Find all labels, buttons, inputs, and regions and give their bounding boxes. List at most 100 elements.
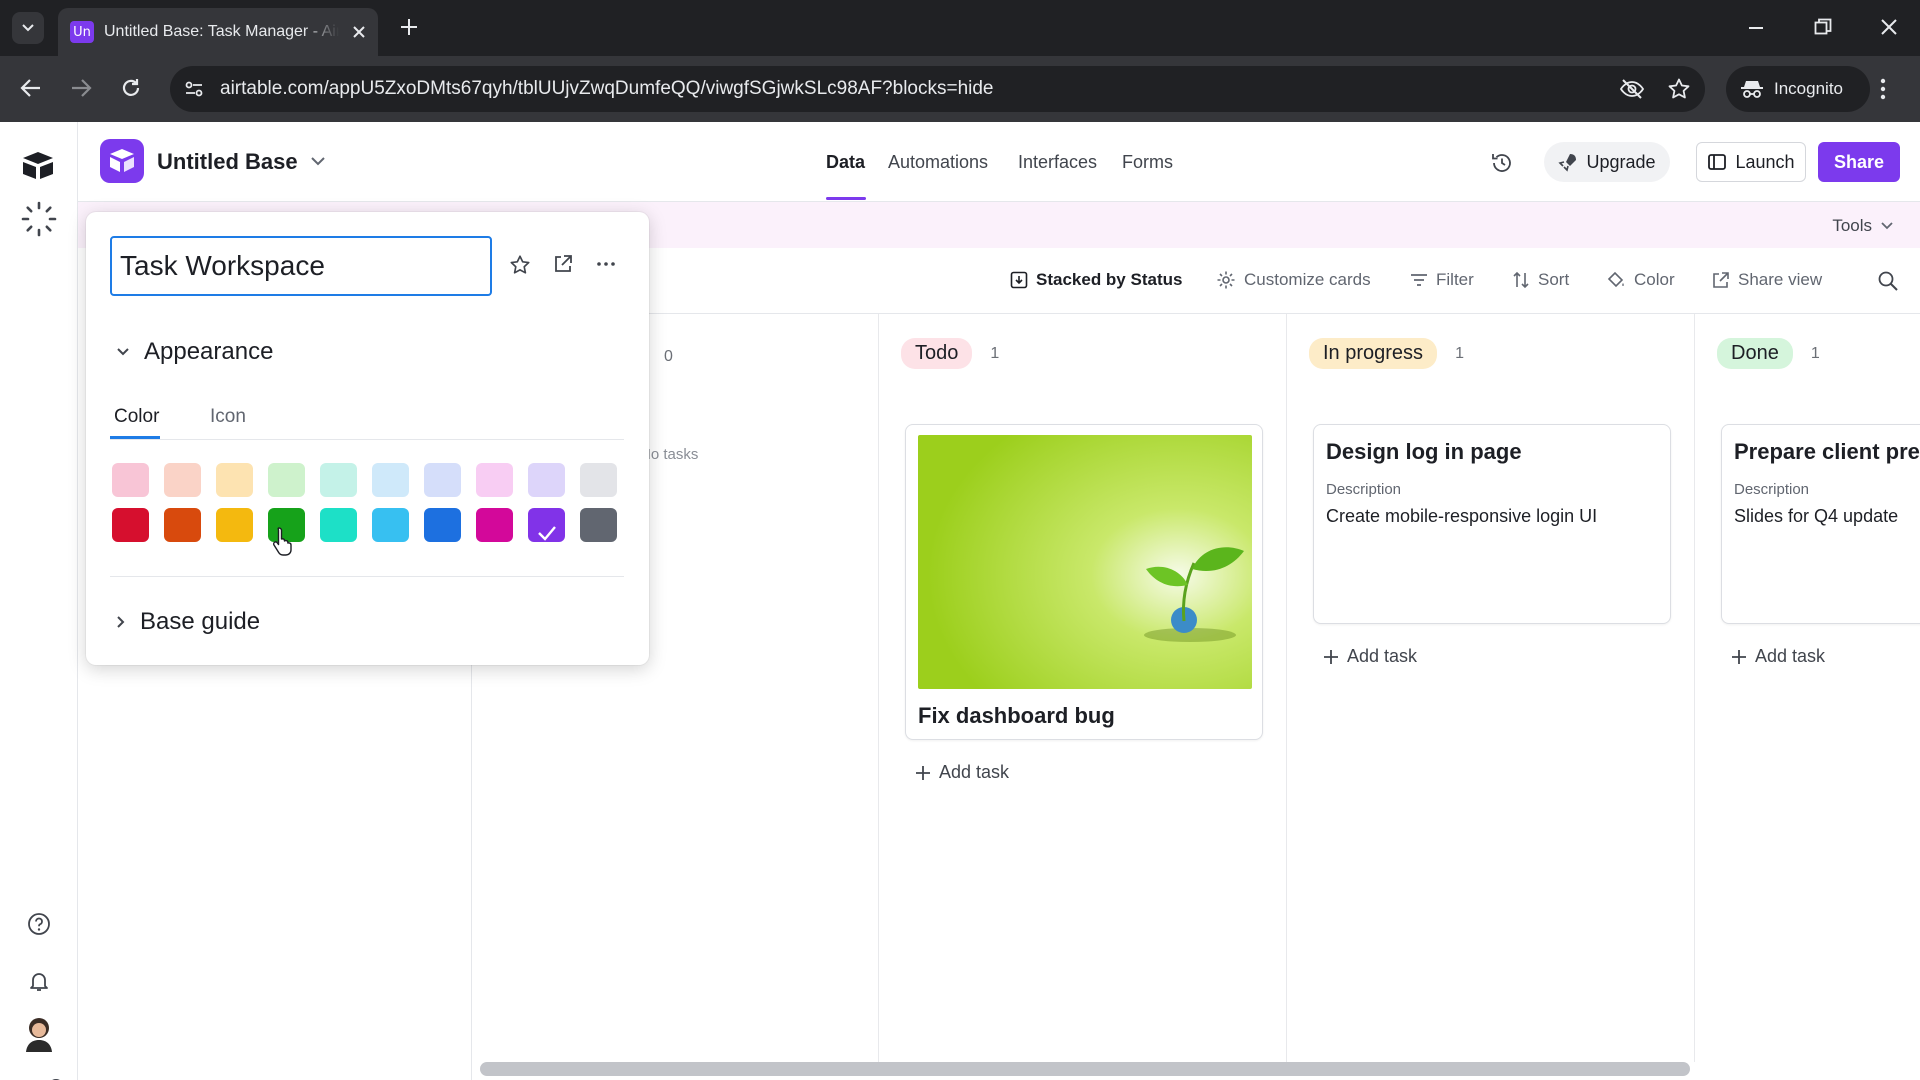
open-external-icon[interactable] [553,254,573,274]
reload-icon[interactable] [120,77,142,99]
restore-icon[interactable] [1814,18,1832,36]
color-swatch[interactable] [268,463,305,497]
add-task-button[interactable]: Add task [915,762,1009,783]
base-logo[interactable] [100,139,144,183]
view-name-input[interactable] [110,236,492,296]
color-swatch[interactable] [112,508,149,542]
view-settings-popover: Appearance Color Icon Base guide [86,212,649,665]
appearance-section-toggle[interactable]: Appearance [116,338,273,366]
sort-icon [1513,271,1529,289]
upgrade-button[interactable]: Upgrade [1544,142,1670,182]
column-header[interactable]: Todo 1 [901,338,999,369]
site-settings-icon[interactable] [184,79,204,99]
gear-icon [1217,271,1235,289]
back-icon[interactable] [20,77,42,99]
kebab-menu-icon[interactable] [1880,78,1886,100]
status-badge: In progress [1309,338,1438,369]
minimize-icon[interactable] [1748,26,1764,30]
color-swatch[interactable] [164,508,201,542]
incognito-indicator[interactable]: Incognito [1726,66,1870,112]
forward-icon[interactable] [70,77,92,99]
color-swatch[interactable] [164,463,201,497]
plus-icon [1732,649,1746,664]
color-swatch[interactable] [216,508,253,542]
color-button[interactable]: Color [1606,270,1675,290]
history-icon[interactable] [1490,151,1514,175]
color-swatch[interactable] [372,508,409,542]
color-swatch[interactable] [476,463,513,497]
more-options-icon[interactable] [597,262,615,266]
incognito-label: Incognito [1774,79,1843,98]
color-swatch[interactable] [424,508,461,542]
color-swatch[interactable] [372,463,409,497]
task-card[interactable]: Design log in page Description Create mo… [1313,424,1671,624]
horizontal-scrollbar[interactable] [480,1062,1690,1076]
customize-cards-button[interactable]: Customize cards [1216,270,1371,290]
tab-forms[interactable]: Forms [1122,152,1173,173]
base-name[interactable]: Untitled Base [157,149,298,175]
appearance-label: Appearance [144,338,274,365]
close-window-icon[interactable] [1880,18,1898,36]
add-task-button[interactable]: Add task [1731,646,1825,667]
task-card[interactable]: Prepare client presentation Description … [1721,424,1920,624]
notification-bell-icon[interactable] [27,969,51,993]
filter-button[interactable]: Filter [1410,270,1474,290]
base-cube-icon [110,149,134,172]
plus-icon [1324,649,1338,664]
task-card[interactable]: Fix dashboard bug [905,424,1263,740]
base-guide-section-toggle[interactable]: Base guide [116,608,260,636]
plus-icon [916,765,930,780]
color-swatch[interactable] [320,463,357,497]
field-value: Slides for Q4 update [1734,506,1899,526]
help-icon[interactable] [27,912,51,936]
color-swatch[interactable] [580,508,617,542]
launch-label: Launch [1735,151,1795,172]
eye-off-icon[interactable] [1619,78,1645,100]
tools-menu[interactable]: Tools [1832,216,1894,236]
browser-tab[interactable]: Un Untitled Base: Task Manager - Airtabl… [58,8,378,56]
star-icon[interactable] [509,254,531,276]
tab-icon[interactable]: Icon [210,406,246,428]
kanban-column-done: Done 1 Prepare client presentation Descr… [1695,314,1920,1062]
appearance-tabs: Color Icon [110,398,624,440]
tab-search-button[interactable] [12,12,44,44]
share-view-button[interactable]: Share view [1712,270,1822,290]
omnibox[interactable]: airtable.com/appU5ZxoDMts67qyh/tblUUjvZw… [170,66,1705,112]
share-button[interactable]: Share [1818,142,1900,182]
customize-label: Customize cards [1244,270,1371,289]
color-swatch[interactable] [476,508,513,542]
sort-button[interactable]: Sort [1512,270,1569,290]
column-count: 1 [1810,344,1820,362]
color-swatch[interactable] [424,463,461,497]
chevron-down-icon [1881,222,1893,230]
stacked-by-button[interactable]: Stacked by Status [1010,270,1182,290]
tab-interfaces[interactable]: Interfaces [1018,152,1097,173]
loading-spinner-icon[interactable] [20,200,58,238]
color-swatch[interactable] [112,463,149,497]
launch-button[interactable]: Launch [1696,142,1806,182]
divider [110,576,624,577]
color-swatch[interactable] [528,463,565,497]
column-header[interactable]: In progress 1 [1309,338,1464,369]
add-task-button[interactable]: Add task [1323,646,1417,667]
url-text[interactable]: airtable.com/appU5ZxoDMts67qyh/tblUUjvZw… [220,78,994,100]
new-tab-icon[interactable] [398,16,420,38]
bookmark-star-icon[interactable] [1667,77,1691,101]
tab-color[interactable]: Color [114,406,159,428]
status-badge: Todo [901,338,973,369]
color-swatch[interactable] [216,463,253,497]
tab-automations[interactable]: Automations [888,152,988,173]
column-count: 1 [1455,344,1464,362]
chevron-down-icon [22,24,34,32]
close-icon[interactable] [352,25,366,39]
color-swatch[interactable] [580,463,617,497]
home-logo-icon[interactable] [20,150,56,180]
search-icon[interactable] [1877,270,1899,292]
column-header[interactable]: Done 1 [1717,338,1820,369]
kanban-board: 0 No tasks Todo 1 Fix dashboard bug Add … [472,314,1920,1062]
card-cover-image [918,435,1252,689]
user-avatar[interactable] [22,1014,56,1052]
chevron-down-icon[interactable] [310,155,326,167]
color-swatch[interactable] [320,508,357,542]
tab-data[interactable]: Data [826,152,865,173]
